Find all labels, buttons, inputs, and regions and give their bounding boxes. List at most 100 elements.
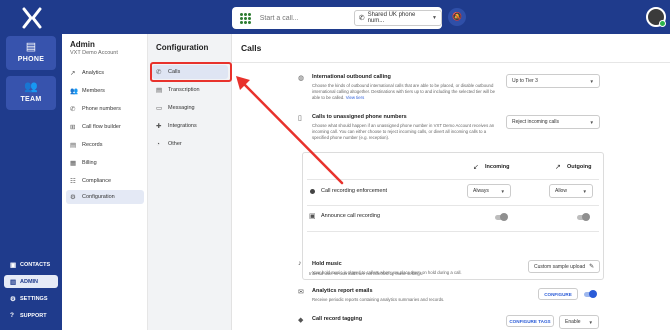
phone-icon: ✆ [358,15,365,22]
admin-title: Admin [70,40,95,49]
chevron-down-icon: ▼ [432,15,437,21]
chevron-down-icon: ▼ [582,188,587,194]
top-bar: ✆ Shared UK phone num... ▼ 🔕 [0,0,670,34]
bell-off-icon[interactable]: 🔕 [448,8,466,26]
intl-tier-select[interactable]: Up to Tier 3 ▼ [506,74,600,88]
admin-item-label: Configuration [82,194,115,200]
hold-music-description: Your hold music is played to callers whe… [312,270,462,275]
call-tagging-title: Call record tagging [312,316,363,322]
recording-enforcement-label: Call recording enforcement [321,188,388,194]
nav-support[interactable]: ? SUPPORT [4,309,58,322]
config-item-label: Integrations [168,123,197,129]
admin-item-label: Members [82,88,105,94]
analytics-configure-button[interactable]: CONFIGURE [538,288,578,300]
gear-icon: ⚙ [10,295,16,303]
nav-phone-label: PHONE [17,56,45,63]
intl-calling-title: International outbound calling [312,74,391,80]
unassigned-calls-title: Calls to unassigned phone numbers [312,114,407,120]
announce-incoming-toggle[interactable] [495,213,508,221]
phone-icon: ▯ [298,115,302,122]
online-status-indicator [659,20,666,27]
x-logo-svg [22,7,42,29]
x-logo-icon[interactable] [20,6,44,30]
phone-icon: ✆ [70,106,76,113]
config-item-integrations[interactable]: ✚ Integrations [152,119,228,133]
admin-item-label: Phone numbers [82,106,121,112]
admin-item-billing[interactable]: ▦ Billing [66,156,144,170]
admin-item-analytics[interactable]: ↗ Analytics [66,66,144,80]
other-icon: ◔ [156,140,160,148]
recording-row-divider [307,205,599,206]
music-note-icon: ♪ [298,260,302,267]
announce-recording-label: Announce call recording [321,213,381,219]
hold-music-upload-button[interactable]: Custom sample upload ✎ [528,260,601,273]
admin-item-label: Compliance [82,178,112,184]
call-tagging-select[interactable]: Enable ▼ [559,315,599,329]
intl-tier-value: Up to Tier 3 [512,78,538,84]
nav-admin-label: ADMIN [20,278,39,285]
admin-item-compliance[interactable]: ☷ Compliance [66,174,144,188]
message-icon: ▭ [156,105,163,112]
call-tagging-value: Enable [565,319,581,325]
unassigned-calls-value: Reject incoming calls [512,119,559,125]
outgoing-enforcement-select[interactable]: Allow ▼ [549,184,593,198]
title-divider [232,62,670,63]
nav-contacts[interactable]: ▣ CONTACTS [4,258,58,271]
analytics-emails-toggle[interactable] [584,290,597,298]
admin-item-configuration[interactable]: ⚙ Configuration [66,190,144,204]
nav-settings[interactable]: ⚙ SETTINGS [4,292,58,305]
configure-tags-button[interactable]: CONFIGURE TAGS [506,315,554,327]
account-name: VXT Demo Account [70,50,118,56]
phone-line-select[interactable]: ✆ Shared UK phone num... ▼ [353,10,442,26]
start-call-input[interactable] [259,14,350,22]
intl-desc-line-1: Choose the kinds of outbound internation… [312,83,475,88]
dialpad-icon[interactable] [240,11,254,25]
config-item-label: Messaging [168,105,195,111]
incoming-enforcement-value: Always [473,188,489,194]
hold-music-title: Hold music [312,261,342,267]
admin-item-phone-numbers[interactable]: ✆ Phone numbers [66,102,144,116]
config-item-label: Transcription [168,87,200,93]
nav-team-tile[interactable]: 👥 TEAM [6,76,56,110]
admin-item-label: Call flow builder [82,124,121,130]
admin-item-label: Billing [82,160,97,166]
chat-icon: ▤ [25,41,37,53]
analytics-emails-title: Analytics report emails [312,288,373,294]
mail-icon: ✉ [298,289,304,296]
hold-music-upload-label: Custom sample upload [534,263,586,270]
chevron-down-icon: ▼ [589,78,594,84]
config-item-messaging[interactable]: ▭ Messaging [152,101,228,115]
calls-settings-panel: Calls ◍ International outbound calling C… [232,34,670,330]
nav-team-label: TEAM [20,96,42,103]
view-tiers-link[interactable]: View tiers [346,95,365,100]
gear-icon: ⚙ [70,194,76,201]
transcription-icon: ▤ [156,87,163,94]
tag-icon: ◆ [298,317,304,324]
globe-icon: ◍ [298,75,305,82]
config-item-other[interactable]: ◔ Other [152,137,228,151]
config-item-transcription[interactable]: ▤ Transcription [152,83,228,97]
admin-item-call-flow-builder[interactable]: ⊞ Call flow builder [66,120,144,134]
nav-settings-label: SETTINGS [20,295,48,302]
records-icon: ▤ [70,142,77,149]
billing-icon: ▦ [70,160,77,167]
page-title: Calls [241,43,262,53]
help-icon: ? [10,312,14,319]
flow-icon: ⊞ [70,124,76,131]
incoming-header: Incoming [485,164,510,170]
intl-calling-description: Choose the kinds of outbound internation… [312,83,502,101]
admin-item-records[interactable]: ▤ Records [66,138,144,152]
admin-item-label: Records [82,142,103,148]
admin-sidebar: Admin VXT Demo Account ↗ Analytics 👥 Mem… [62,34,148,330]
recording-header-divider [307,179,599,180]
announce-outgoing-toggle[interactable] [577,213,590,221]
nav-support-label: SUPPORT [20,312,47,319]
nav-phone-tile[interactable]: ▤ PHONE [6,36,56,70]
members-icon: 👥 [70,88,79,95]
admin-item-members[interactable]: 👥 Members [66,84,144,98]
incoming-enforcement-select[interactable]: Always ▼ [467,184,511,198]
announce-icon: ▣ [309,213,316,220]
unassigned-calls-select[interactable]: Reject incoming calls ▼ [506,115,600,129]
nav-admin[interactable]: ▥ ADMIN [4,275,58,288]
contacts-icon: ▣ [10,261,17,269]
